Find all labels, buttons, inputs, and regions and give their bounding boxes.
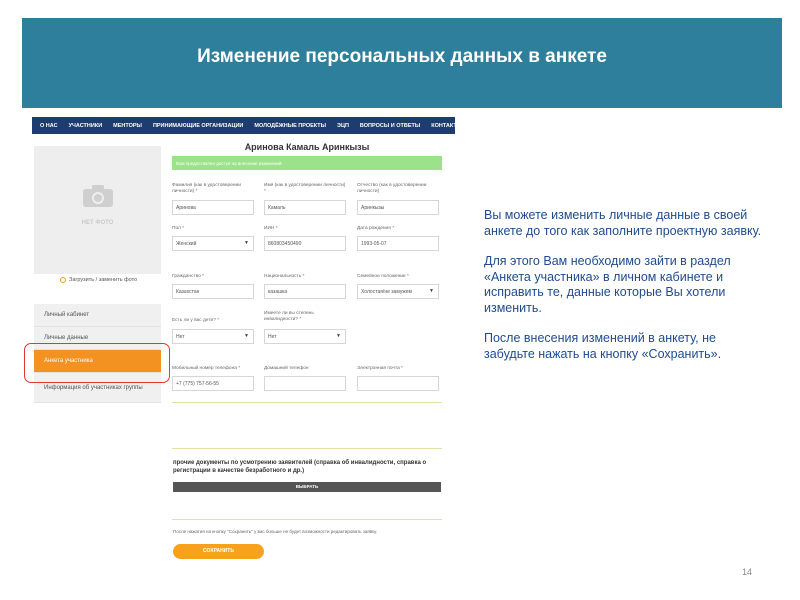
surname-input[interactable]: Аринова xyxy=(172,200,254,215)
nav-item-participants[interactable]: УЧАСТНИКИ xyxy=(69,123,103,129)
birthdate-label: Дата рождения xyxy=(357,226,391,231)
children-select[interactable]: Нет ▼ xyxy=(172,329,254,344)
patronymic-input[interactable]: Аринкызы xyxy=(357,200,439,215)
choose-file-button[interactable]: ВЫБРАТЬ xyxy=(173,482,441,492)
slide: Изменение персональных данных в анкете О… xyxy=(0,0,800,600)
nav-item-mentors[interactable]: МЕНТОРЫ xyxy=(113,123,142,129)
chevron-down-icon: ▼ xyxy=(244,240,249,246)
save-button[interactable]: СОХРАНИТЬ xyxy=(173,544,264,559)
email-field: Электронная почта * xyxy=(357,366,439,391)
no-photo-label: НЕТ ФОТО xyxy=(81,220,114,226)
marital-status-field: Семейное положение * Холостая/не замужем… xyxy=(357,274,439,299)
disability-field: Имеете ли вы степень инвалидности? * Нет… xyxy=(264,311,346,344)
nav-item-about[interactable]: О НАС xyxy=(40,123,58,129)
mobile-field: Мобильный номер телефона * +7 (775) 757-… xyxy=(172,366,254,391)
children-field: Есть ли у вас дети? * Нет ▼ xyxy=(172,311,254,344)
email-input[interactable] xyxy=(357,376,439,391)
questionnaire-highlight-frame xyxy=(24,343,170,383)
mobile-input[interactable]: +7 (775) 757-56-55 xyxy=(172,376,254,391)
chevron-down-icon: ▼ xyxy=(244,333,249,339)
menu-item-cabinet[interactable]: Личный кабинет xyxy=(34,304,161,327)
gender-value: Женский xyxy=(176,240,197,247)
nav-item-faq[interactable]: ВОПРОСЫ И ОТВЕТЫ xyxy=(360,123,420,129)
firstname-field: Имя (как в удостоверении личности) * Кам… xyxy=(264,183,346,215)
upload-photo-label: Загрузить / заменить фото xyxy=(69,277,138,283)
divider xyxy=(172,519,442,520)
camera-icon xyxy=(83,185,113,207)
patronymic-field: Отчество (как в удостоверении личности) … xyxy=(357,183,439,215)
instruction-paragraph: После внесения изменений в анкету, не за… xyxy=(484,331,722,361)
edit-access-notice: Вам предоставлен доступ на внесение изме… xyxy=(172,156,442,170)
nationality-field: Национальность * казашка xyxy=(264,274,346,299)
profile-form: Аринова Камаль Аринкызы Вам предоставлен… xyxy=(172,142,442,170)
gender-select[interactable]: Женский ▼ xyxy=(172,236,254,251)
nationality-label: Национальность xyxy=(264,274,302,279)
citizenship-input[interactable]: Казахстан xyxy=(172,284,254,299)
save-warning-note: После нажатия на кнопку "Сохранить" у ва… xyxy=(173,529,378,534)
profile-photo-placeholder: НЕТ ФОТО xyxy=(34,146,161,274)
instruction-paragraph: Вы можете изменить личные данные в своей… xyxy=(484,208,762,238)
gender-field: Пол * Женский ▼ xyxy=(172,226,254,251)
mobile-label: Мобильный номер телефона xyxy=(172,366,237,371)
home-phone-input[interactable] xyxy=(264,376,346,391)
surname-field: Фамилия (как в удостоверении личности) *… xyxy=(172,183,254,215)
disability-select[interactable]: Нет ▼ xyxy=(264,329,346,344)
email-label: Электронная почта xyxy=(357,366,400,371)
surname-label: Фамилия (как в удостоверении личности) xyxy=(172,183,241,194)
iin-field: ИИН * 860803450490 xyxy=(264,226,346,251)
citizenship-label: Гражданство xyxy=(172,274,201,279)
nav-item-youth-projects[interactable]: МОЛОДЁЖНЫЕ ПРОЕКТЫ xyxy=(254,123,326,129)
children-label: Есть ли у вас дети? xyxy=(172,318,216,323)
slide-title: Изменение персональных данных в анкете xyxy=(197,46,607,67)
plus-circle-icon xyxy=(60,277,66,283)
title-band: Изменение персональных данных в анкете xyxy=(22,18,782,108)
chevron-down-icon: ▼ xyxy=(429,288,434,294)
nav-item-eds[interactable]: ЭЦП xyxy=(337,123,349,129)
iin-input[interactable]: 860803450490 xyxy=(264,236,346,251)
disability-value: Нет xyxy=(268,333,277,340)
birthdate-input[interactable]: 1993-05-07 xyxy=(357,236,439,251)
disability-label: Имеете ли вы степень инвалидности? xyxy=(264,311,314,322)
divider xyxy=(172,448,442,449)
marital-status-label: Семейное положение xyxy=(357,274,406,279)
gender-label: Пол xyxy=(172,226,181,231)
children-value: Нет xyxy=(176,333,185,340)
divider xyxy=(172,402,442,403)
iin-label: ИИН xyxy=(264,226,275,231)
upload-photo-link[interactable]: Загрузить / заменить фото xyxy=(60,277,137,283)
home-phone-label: Домашний телефон xyxy=(264,366,309,371)
instruction-paragraph: Для этого Вам необходимо зайти в раздел … xyxy=(484,254,731,315)
instructions: Вы можете изменить личные данные в своей… xyxy=(484,208,764,377)
citizenship-field: Гражданство * Казахстан xyxy=(172,274,254,299)
patronymic-label: Отчество (как в удостоверении личности) xyxy=(357,183,427,194)
birthdate-field: Дата рождения * 1993-05-07 xyxy=(357,226,439,251)
nav-item-contacts[interactable]: КОНТАКТЫ xyxy=(431,123,462,129)
chevron-down-icon: ▼ xyxy=(336,333,341,339)
other-documents-label: прочие документы по усмотрению заявителе… xyxy=(173,460,427,474)
nationality-input[interactable]: казашка xyxy=(264,284,346,299)
firstname-input[interactable]: Камаль xyxy=(264,200,346,215)
home-phone-field: Домашний телефон xyxy=(264,366,346,391)
nav-item-host-orgs[interactable]: ПРИНИМАЮЩИЕ ОРГАНИЗАЦИИ xyxy=(153,123,243,129)
participant-name: Аринова Камаль Аринкызы xyxy=(244,142,370,152)
page-number: 14 xyxy=(742,567,753,577)
top-nav: О НАС УЧАСТНИКИ МЕНТОРЫ ПРИНИМАЮЩИЕ ОРГА… xyxy=(32,117,462,134)
firstname-label: Имя (как в удостоверении личности) xyxy=(264,183,346,188)
marital-status-value: Холостая/не замужем xyxy=(361,288,412,295)
marital-status-select[interactable]: Холостая/не замужем ▼ xyxy=(357,284,439,299)
